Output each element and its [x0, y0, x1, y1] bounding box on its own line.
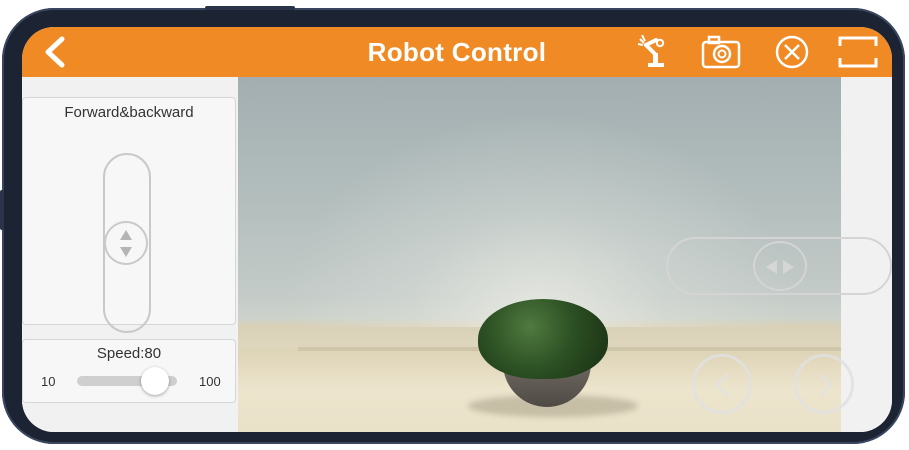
speed-min-label: 10: [41, 374, 56, 389]
vertical-joystick-knob[interactable]: [104, 221, 148, 265]
chevron-right-icon: [819, 373, 833, 397]
forward-backward-label: Forward&backward: [64, 104, 194, 121]
down-triangle-icon: [120, 247, 132, 257]
camera-icon[interactable]: [700, 35, 742, 69]
chevron-left-icon: [715, 373, 729, 397]
phone-top-button: [205, 6, 295, 10]
rotate-right-button[interactable]: [794, 354, 854, 414]
robot-arm-icon[interactable]: [636, 34, 672, 69]
left-triangle-icon: [766, 260, 777, 274]
speed-slider-thumb[interactable]: [141, 367, 169, 395]
rotate-left-button[interactable]: [692, 354, 752, 414]
app-screen: Robot Control Forward&backward Speed:80 …: [22, 27, 892, 432]
left-control-panel: Forward&backward Speed:80 10 100: [22, 77, 238, 432]
header-bar: Robot Control: [22, 27, 892, 77]
horizontal-joystick-knob[interactable]: [753, 241, 807, 291]
right-triangle-icon: [783, 260, 794, 274]
page-title: Robot Control: [367, 37, 547, 67]
fullscreen-icon[interactable]: [838, 35, 878, 69]
close-circle-icon[interactable]: [775, 35, 809, 69]
forward-backward-card: Forward&backward: [22, 97, 236, 333]
speed-max-label: 100: [199, 374, 221, 389]
phone-side-button: [0, 190, 4, 230]
speed-card: Speed:80 10 100: [22, 339, 236, 403]
speed-label: Speed:80: [96, 345, 162, 362]
potted-plant: [478, 299, 608, 379]
up-triangle-icon: [120, 230, 132, 240]
